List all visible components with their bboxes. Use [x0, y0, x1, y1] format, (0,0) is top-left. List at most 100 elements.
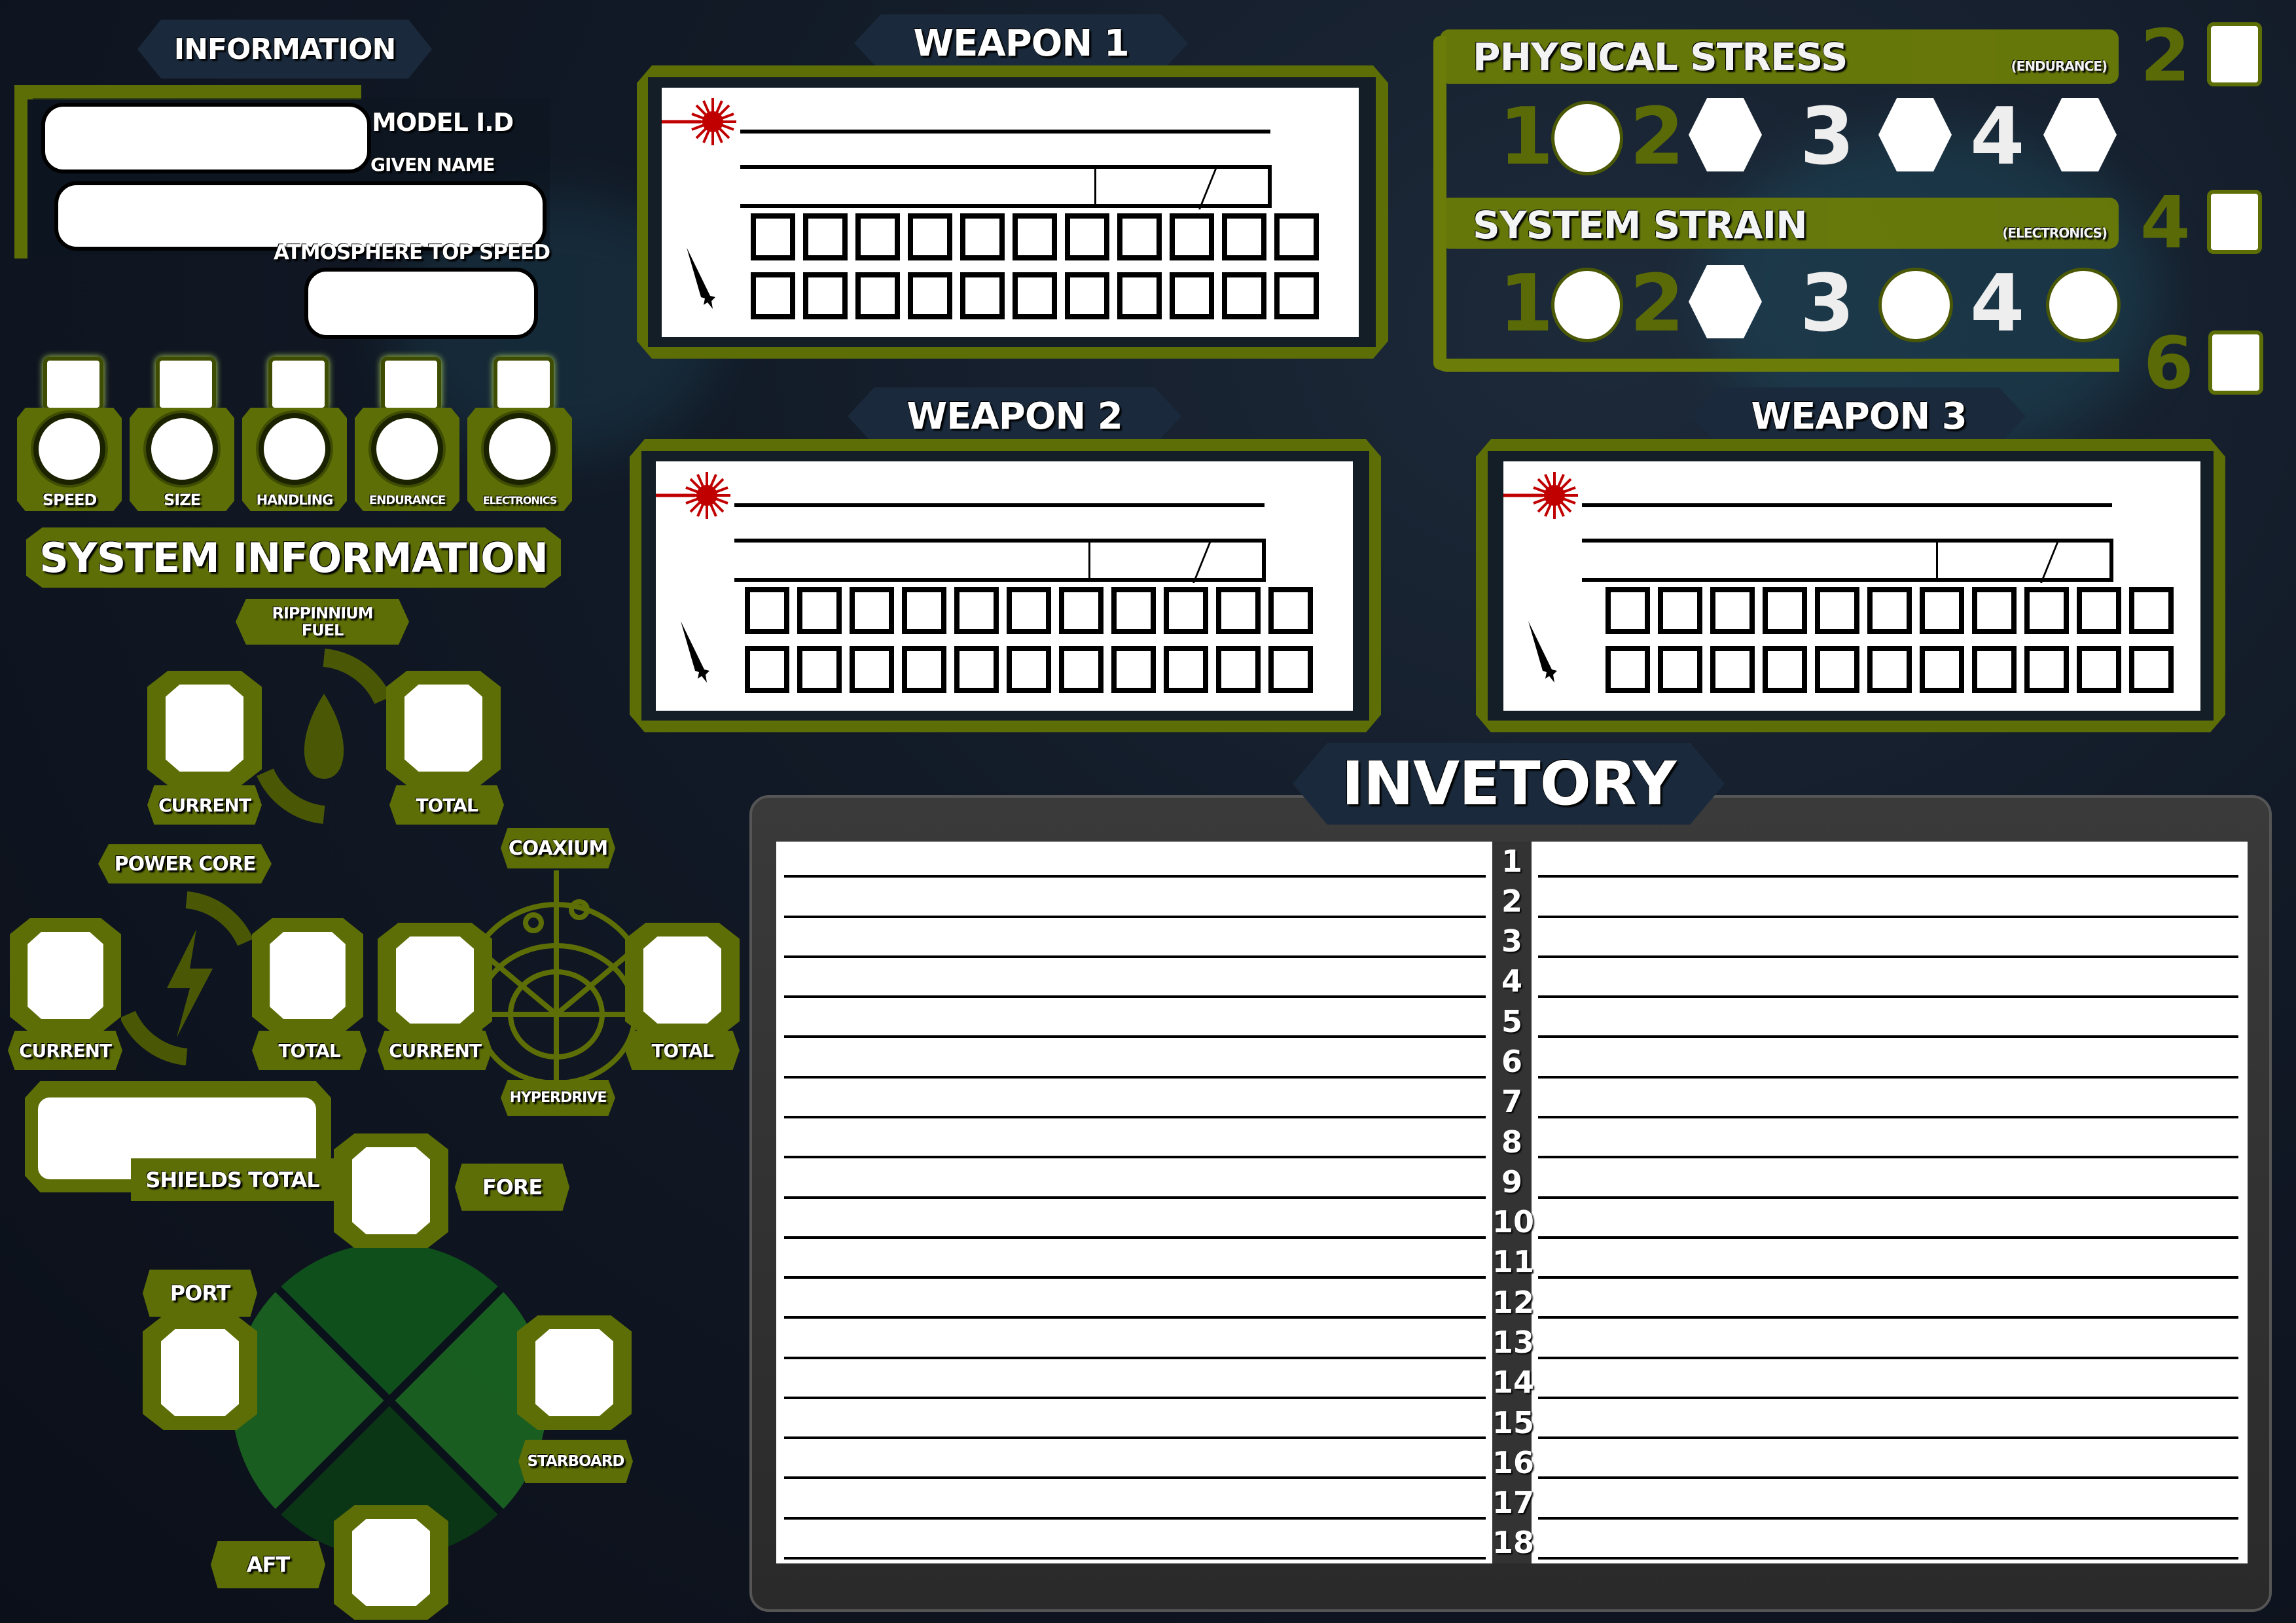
stat-size-value-circle[interactable] — [146, 413, 218, 485]
ammo-checkbox[interactable] — [1710, 646, 1755, 693]
stat-handling-value-circle[interactable] — [259, 413, 331, 485]
stat-electronics-modifier-box[interactable] — [493, 357, 554, 412]
ammo-checkbox[interactable] — [1007, 646, 1051, 693]
ammo-checkbox[interactable] — [960, 213, 1005, 260]
ammo-checkbox[interactable] — [1065, 213, 1109, 260]
inventory-line-right[interactable] — [1538, 875, 2238, 878]
inventory-line-left[interactable] — [784, 1436, 1486, 1440]
physical-stress-level-2-checkbox[interactable] — [1689, 98, 1762, 171]
inventory-line-right[interactable] — [1538, 1035, 2238, 1039]
inventory-line-left[interactable] — [784, 1035, 1486, 1039]
ammo-checkbox[interactable] — [751, 272, 795, 319]
physical-stress-level-3-checkbox[interactable] — [1878, 98, 1952, 171]
atmosphere-top-speed-field[interactable] — [304, 268, 538, 339]
physical-stress-level-1-checkbox[interactable] — [1551, 101, 1623, 175]
ammo-checkbox[interactable] — [1920, 646, 1964, 693]
ammo-checkbox[interactable] — [855, 272, 900, 319]
ammo-checkbox[interactable] — [954, 646, 999, 693]
ammo-checkbox[interactable] — [1013, 272, 1057, 319]
ammo-checkbox[interactable] — [1867, 646, 1912, 693]
inventory-line-left[interactable] — [784, 1196, 1486, 1199]
inventory-line-left[interactable] — [784, 1115, 1486, 1118]
stat-electronics-value-circle[interactable] — [484, 413, 556, 485]
stat-endurance-value-circle[interactable] — [371, 413, 443, 485]
ammo-checkbox[interactable] — [1605, 587, 1650, 634]
inventory-line-left[interactable] — [784, 915, 1486, 918]
ammo-checkbox[interactable] — [1763, 587, 1807, 634]
ammo-checkbox[interactable] — [1658, 646, 1702, 693]
shield-fore-box[interactable] — [334, 1133, 448, 1248]
ammo-checkbox[interactable] — [1013, 213, 1057, 260]
ammo-checkbox[interactable] — [1710, 587, 1755, 634]
inventory-line-left[interactable] — [784, 1316, 1486, 1319]
threshold-4-box[interactable] — [2207, 190, 2262, 254]
inventory-line-left[interactable] — [784, 1356, 1486, 1359]
ammo-checkbox[interactable] — [1972, 587, 2017, 634]
inventory-line-right[interactable] — [1538, 915, 2238, 918]
inventory-line-right[interactable] — [1538, 1236, 2238, 1239]
shield-aft-box[interactable] — [334, 1505, 448, 1620]
weapon-1-type-field[interactable] — [740, 165, 1272, 208]
ammo-checkbox[interactable] — [1164, 587, 1208, 634]
ammo-checkbox[interactable] — [2077, 587, 2121, 634]
ammo-checkbox[interactable] — [1815, 587, 1859, 634]
ammo-checkbox[interactable] — [1007, 587, 1051, 634]
inventory-line-right[interactable] — [1538, 1557, 2238, 1560]
ammo-checkbox[interactable] — [1222, 272, 1266, 319]
ammo-checkbox[interactable] — [1268, 646, 1313, 693]
ammo-checkbox[interactable] — [2129, 646, 2174, 693]
stat-speed-value-circle[interactable] — [33, 413, 105, 485]
shield-port-box[interactable] — [143, 1315, 257, 1430]
inventory-line-right[interactable] — [1538, 1316, 2238, 1319]
ammo-checkbox[interactable] — [960, 272, 1005, 319]
ammo-checkbox[interactable] — [902, 587, 946, 634]
fuel-total-box[interactable] — [386, 671, 501, 785]
ammo-checkbox[interactable] — [1170, 213, 1214, 260]
inventory-line-right[interactable] — [1538, 1436, 2238, 1440]
ammo-checkbox[interactable] — [1268, 587, 1313, 634]
weapon-1-name-line[interactable] — [740, 130, 1270, 134]
stat-endurance-modifier-box[interactable] — [381, 357, 441, 412]
coaxium-total-box[interactable] — [625, 923, 740, 1037]
system-strain-level-4-checkbox[interactable] — [2046, 268, 2121, 342]
inventory-line-left[interactable] — [784, 995, 1486, 999]
inventory-line-left[interactable] — [784, 1396, 1486, 1399]
inventory-line-left[interactable] — [784, 1236, 1486, 1239]
system-strain-level-1-checkbox[interactable] — [1551, 268, 1623, 342]
ammo-checkbox[interactable] — [1216, 646, 1261, 693]
weapon-3-name-line[interactable] — [1582, 503, 2112, 507]
ammo-checkbox[interactable] — [797, 646, 842, 693]
ammo-checkbox[interactable] — [1059, 646, 1103, 693]
coaxium-current-box[interactable] — [378, 923, 492, 1037]
ammo-checkbox[interactable] — [745, 646, 789, 693]
ammo-checkbox[interactable] — [803, 272, 848, 319]
stat-size-modifier-box[interactable] — [156, 357, 216, 412]
ammo-checkbox[interactable] — [2129, 587, 2174, 634]
ammo-checkbox[interactable] — [1274, 213, 1319, 260]
inventory-line-right[interactable] — [1538, 1356, 2238, 1359]
threshold-2-box[interactable] — [2207, 22, 2262, 86]
ammo-checkbox[interactable] — [2077, 646, 2121, 693]
system-strain-level-2-checkbox[interactable] — [1689, 265, 1762, 338]
ammo-checkbox[interactable] — [2024, 587, 2069, 634]
ammo-checkbox[interactable] — [1065, 272, 1109, 319]
ammo-checkbox[interactable] — [1920, 587, 1964, 634]
inventory-line-right[interactable] — [1538, 1516, 2238, 1520]
ammo-checkbox[interactable] — [1117, 213, 1162, 260]
ammo-checkbox[interactable] — [1164, 646, 1208, 693]
ammo-checkbox[interactable] — [850, 646, 894, 693]
weapon-2-type-field[interactable] — [734, 539, 1266, 582]
inventory-line-right[interactable] — [1538, 1276, 2238, 1279]
ammo-checkbox[interactable] — [2024, 646, 2069, 693]
ammo-checkbox[interactable] — [850, 587, 894, 634]
inventory-line-left[interactable] — [784, 955, 1486, 958]
threshold-6-box[interactable] — [2208, 330, 2263, 395]
ammo-checkbox[interactable] — [1222, 213, 1266, 260]
inventory-line-right[interactable] — [1538, 1196, 2238, 1199]
ammo-checkbox[interactable] — [1111, 587, 1156, 634]
model-id-field[interactable] — [41, 103, 371, 173]
ammo-checkbox[interactable] — [855, 213, 900, 260]
power-core-total-box[interactable] — [252, 918, 363, 1033]
inventory-line-right[interactable] — [1538, 1156, 2238, 1159]
ammo-checkbox[interactable] — [954, 587, 999, 634]
